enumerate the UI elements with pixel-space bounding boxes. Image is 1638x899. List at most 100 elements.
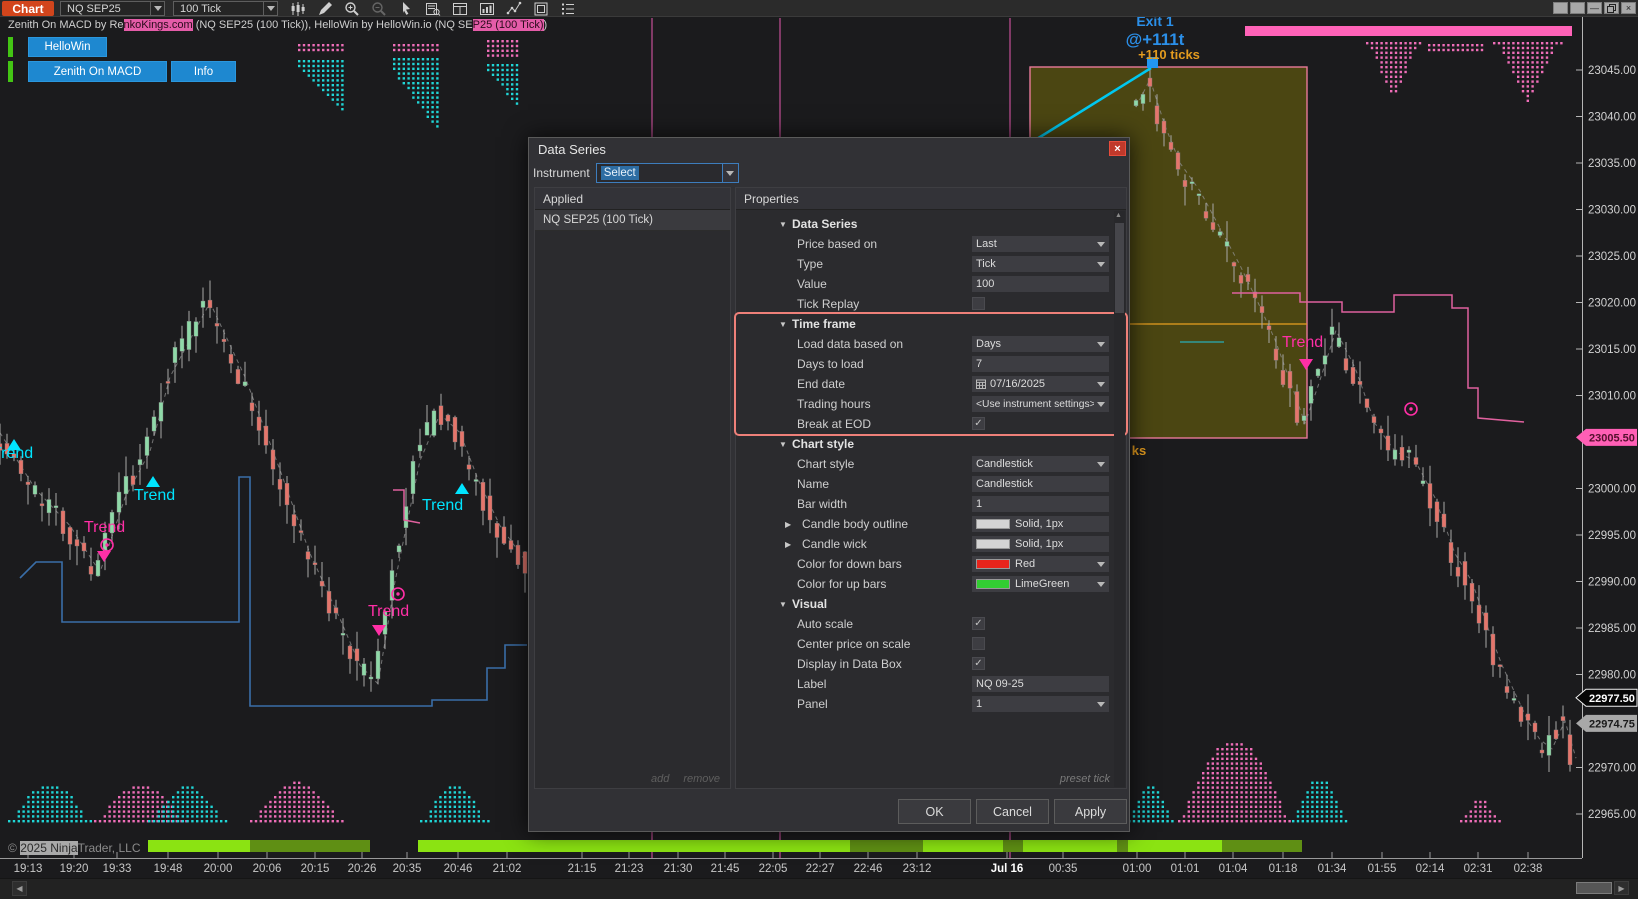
property-row[interactable]: Center price on scale (736, 634, 1126, 654)
property-row[interactable]: Auto scale✓ (736, 614, 1126, 634)
collapse-arrow-icon[interactable]: ▼ (779, 600, 787, 609)
properties-scrollbar[interactable]: ▲ (1114, 211, 1125, 787)
property-row[interactable]: Tick Replay (736, 294, 1126, 314)
svg-text:22985.00: 22985.00 (1588, 623, 1636, 635)
applied-series-item[interactable]: NQ SEP25 (100 Tick) (535, 210, 730, 231)
property-linestyle[interactable]: Solid, 1px (972, 536, 1109, 552)
restore-button[interactable] (1604, 2, 1619, 14)
expand-arrow-icon[interactable]: ▶ (785, 520, 791, 529)
cursor-icon[interactable] (396, 1, 416, 16)
property-row[interactable]: Chart styleCandlestick (736, 454, 1126, 474)
property-input[interactable]: NQ 09-25 (972, 676, 1109, 692)
property-group-header[interactable]: ▼Data Series (736, 214, 1126, 234)
ok-button[interactable]: OK (898, 799, 971, 824)
property-dropdown[interactable]: <Use instrument settings> (972, 396, 1109, 412)
zoom-out-icon[interactable] (369, 1, 389, 16)
instrument-combobox[interactable]: Select (596, 163, 739, 183)
svg-text:22:05: 22:05 (759, 863, 788, 875)
property-row[interactable]: NameCandlestick (736, 474, 1126, 494)
price-axis[interactable]: 23045.0023040.0023035.0023030.0023025.00… (1576, 17, 1637, 858)
window-button-blank[interactable] (1553, 2, 1568, 14)
svg-text:20:06: 20:06 (253, 863, 282, 875)
property-group-header[interactable]: ▼Visual (736, 594, 1126, 614)
svg-text:23000.00: 23000.00 (1588, 484, 1636, 496)
property-row[interactable]: Bar width1 (736, 494, 1126, 514)
scroll-left-icon[interactable]: ◀ (12, 881, 27, 896)
property-input[interactable]: 100 (972, 276, 1109, 292)
property-group-header[interactable]: ▼Chart style (736, 434, 1126, 454)
list-icon[interactable] (558, 1, 578, 16)
property-checkbox[interactable]: ✓ (972, 617, 985, 630)
zoom-in-icon[interactable] (342, 1, 362, 16)
property-checkbox[interactable]: ✓ (972, 657, 985, 670)
property-row[interactable]: Color for up barsLimeGreen (736, 574, 1126, 594)
property-input[interactable]: Candlestick (972, 476, 1109, 492)
close-button[interactable]: × (1621, 2, 1636, 14)
property-dropdown[interactable]: 1 (972, 696, 1109, 712)
property-row[interactable]: TypeTick (736, 254, 1126, 274)
property-group-header[interactable]: ▼Time frame (736, 314, 1126, 334)
properties-header: Properties (736, 188, 1126, 210)
collapse-arrow-icon[interactable]: ▼ (779, 220, 787, 229)
property-input[interactable]: 7 (972, 356, 1109, 372)
scrollbar-thumb[interactable] (1576, 882, 1612, 894)
property-input[interactable]: 1 (972, 496, 1109, 512)
minimize-button[interactable]: — (1587, 2, 1602, 14)
property-checkbox[interactable] (972, 637, 985, 650)
property-row[interactable]: Display in Data Box✓ (736, 654, 1126, 674)
polyline-icon[interactable] (504, 1, 524, 16)
property-dropdown[interactable]: Days (972, 336, 1109, 352)
property-linestyle[interactable]: Solid, 1px (972, 516, 1109, 532)
property-colordropdown[interactable]: Red (972, 556, 1109, 572)
property-row[interactable]: ▶Candle wickSolid, 1px (736, 534, 1126, 554)
property-colordropdown[interactable]: LimeGreen (972, 576, 1109, 592)
property-row[interactable]: Load data based onDays (736, 334, 1126, 354)
property-checkbox[interactable]: ✓ (972, 417, 985, 430)
time-axis[interactable]: 19:1319:2019:3319:4820:0020:0620:1520:26… (0, 852, 1582, 875)
property-dropdown[interactable]: Tick (972, 256, 1109, 272)
property-checkbox[interactable] (972, 297, 985, 310)
zenith-on-macd-button[interactable]: Zenith On MACD (28, 61, 167, 82)
title-segment: (NQ SEP25 (100 Tick)), HelloWin by Hello… (193, 19, 473, 31)
hellowin-button[interactable]: HelloWin (28, 37, 107, 57)
scroll-right-icon[interactable]: ▶ (1614, 881, 1629, 895)
collapse-arrow-icon[interactable]: ▼ (779, 320, 787, 329)
instrument-selector[interactable]: NQ SEP25 (60, 1, 165, 16)
property-row[interactable]: ▶Candle body outlineSolid, 1px (736, 514, 1126, 534)
window-layout-icon[interactable] (450, 1, 470, 16)
property-row[interactable]: Color for down barsRed (736, 554, 1126, 574)
svg-text:Trend: Trend (1282, 334, 1323, 351)
data-box-icon[interactable] (423, 1, 443, 16)
property-row[interactable]: Break at EOD✓ (736, 414, 1126, 434)
chart-panel-icon[interactable] (477, 1, 497, 16)
preset-link[interactable]: preset tick (1060, 773, 1110, 785)
scrollbar-thumb[interactable] (1115, 223, 1124, 313)
add-link[interactable]: add (651, 773, 669, 785)
property-row[interactable]: End date07/16/2025 (736, 374, 1126, 394)
remove-link[interactable]: remove (683, 773, 720, 785)
property-row[interactable]: Value100 (736, 274, 1126, 294)
property-row[interactable]: LabelNQ 09-25 (736, 674, 1126, 694)
collapse-arrow-icon[interactable]: ▼ (779, 440, 787, 449)
window-button-blank[interactable] (1570, 2, 1585, 14)
expand-arrow-icon[interactable]: ▶ (785, 540, 791, 549)
property-row[interactable]: Trading hours<Use instrument settings> (736, 394, 1126, 414)
horizontal-scrollbar[interactable]: ◀ ▶ (0, 878, 1638, 899)
property-datedropdown[interactable]: 07/16/2025 (972, 376, 1109, 392)
pencil-icon[interactable] (315, 1, 335, 16)
chart-tab[interactable]: Chart (2, 1, 54, 16)
property-row[interactable]: Price based on Last (736, 234, 1126, 254)
property-row[interactable]: Panel1 (736, 694, 1126, 714)
candlestick-chart-icon[interactable] (288, 1, 308, 16)
dialog-close-button[interactable]: × (1109, 141, 1126, 156)
properties-panel: Properties ▼Data Series Price based on Las… (735, 187, 1127, 789)
snapshot-icon[interactable] (531, 1, 551, 16)
interval-selector[interactable]: 100 Tick (173, 1, 278, 16)
info-button[interactable]: Info (171, 61, 236, 82)
property-dropdown[interactable]: Candlestick (972, 456, 1109, 472)
property-label: Price based on (797, 237, 877, 251)
property-row[interactable]: Days to load7 (736, 354, 1126, 374)
property-dropdown[interactable]: Last (972, 236, 1109, 252)
cancel-button[interactable]: Cancel (976, 799, 1049, 824)
apply-button[interactable]: Apply (1054, 799, 1127, 824)
